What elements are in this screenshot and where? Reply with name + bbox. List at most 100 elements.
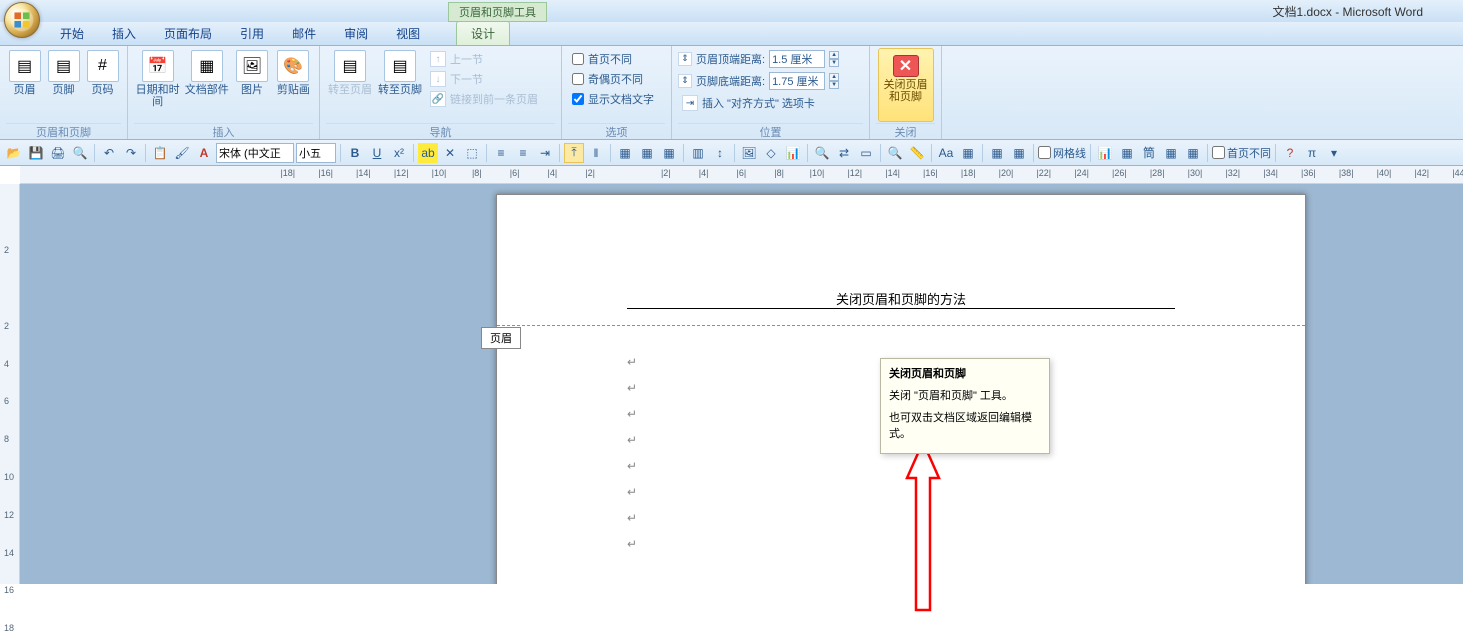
help-button[interactable]: ? bbox=[1280, 143, 1300, 163]
spin-down[interactable]: ▼ bbox=[829, 59, 839, 67]
font-selector[interactable]: 宋体 (中文正 bbox=[216, 143, 294, 163]
spin-up[interactable]: ▲ bbox=[829, 51, 839, 59]
paragraph-mark: ↵ bbox=[627, 433, 637, 459]
page-header-area[interactable]: 关闭页眉和页脚的方法 bbox=[627, 287, 1175, 309]
tab-layout[interactable]: 页面布局 bbox=[150, 22, 226, 45]
redo-icon[interactable]: ↷ bbox=[121, 143, 141, 163]
document-canvas[interactable]: 关闭页眉和页脚的方法 页眉 ↵ ↵ ↵ ↵ ↵ ↵ ↵ ↵ bbox=[20, 184, 1463, 584]
underline-button[interactable]: U bbox=[367, 143, 387, 163]
group-header-footer: ▤页眉 ▤页脚 #页码 页眉和页脚 bbox=[0, 46, 128, 139]
replace-button[interactable]: ⇄ bbox=[834, 143, 854, 163]
show-doc-text-checkbox[interactable]: 显示文档文字 bbox=[568, 90, 658, 108]
tab-home[interactable]: 开始 bbox=[46, 22, 98, 45]
spin-up[interactable]: ▲ bbox=[829, 73, 839, 81]
office-button[interactable] bbox=[4, 2, 40, 38]
header-button[interactable]: ▤页眉 bbox=[6, 48, 43, 96]
tab-view[interactable]: 视图 bbox=[382, 22, 434, 45]
char-border-button[interactable]: ⬚ bbox=[462, 143, 482, 163]
save-icon[interactable]: 💾 bbox=[26, 143, 46, 163]
equation-button[interactable]: π bbox=[1302, 143, 1322, 163]
quick-access-toolbar: 📂 💾 🖨 🔍 ↶ ↷ 📋 🖌 A 宋体 (中文正 小五 B U x² ab ✕… bbox=[0, 140, 1463, 166]
horizontal-ruler[interactable]: |18||16||14||12||10||8||6||4||2||2||4||6… bbox=[20, 166, 1463, 184]
misc-button-1[interactable]: ▦ bbox=[987, 143, 1007, 163]
ruler-toggle-button[interactable]: 📏 bbox=[907, 143, 927, 163]
picture-button[interactable]: 🖼图片 bbox=[232, 48, 271, 96]
first-page-diff-checkbox[interactable]: 首页不同 bbox=[1212, 145, 1271, 161]
table-button[interactable]: ▦ bbox=[615, 143, 635, 163]
document-body[interactable]: ↵ ↵ ↵ ↵ ↵ ↵ ↵ ↵ bbox=[627, 355, 637, 563]
footer-bottom-field[interactable]: 1.75 厘米 bbox=[769, 72, 825, 90]
date-time-label: 日期和时间 bbox=[134, 84, 181, 108]
page-number-button[interactable]: #页码 bbox=[84, 48, 121, 96]
close-header-footer-button[interactable]: ✕ 关闭页眉和页脚 bbox=[878, 48, 934, 122]
insert-align-tab-button[interactable]: ⇥插入 "对齐方式" 选项卡 bbox=[678, 94, 839, 112]
superscript-button[interactable]: x² bbox=[389, 143, 409, 163]
group-label: 关闭 bbox=[876, 123, 935, 139]
styles-button[interactable]: Aa bbox=[936, 143, 956, 163]
line-spacing-button[interactable]: ‖ bbox=[586, 143, 606, 163]
vertical-ruler[interactable]: 224681012141618 bbox=[0, 184, 20, 584]
ribbon: ▤页眉 ▤页脚 #页码 页眉和页脚 📅日期和时间 ▦文档部件 🖼图片 🎨剪贴画 … bbox=[0, 46, 1463, 140]
next-label: 下一节 bbox=[450, 71, 483, 87]
columns-button[interactable]: ▥ bbox=[688, 143, 708, 163]
phonetic-guide-button[interactable]: 筒 bbox=[1139, 143, 1159, 163]
header-label: 页眉 bbox=[14, 84, 36, 96]
indent-button[interactable]: ⇥ bbox=[535, 143, 555, 163]
tab-review[interactable]: 审阅 bbox=[330, 22, 382, 45]
misc-button-2[interactable]: ▦ bbox=[1009, 143, 1029, 163]
doc-parts-button[interactable]: ▦文档部件 bbox=[183, 48, 230, 96]
open-icon[interactable]: 📂 bbox=[4, 143, 24, 163]
date-time-button[interactable]: 📅日期和时间 bbox=[134, 48, 181, 108]
gridlines-checkbox[interactable]: 网格线 bbox=[1038, 145, 1086, 161]
next-section-button[interactable]: ↓下一节 bbox=[426, 70, 542, 88]
format-painter-icon[interactable]: 🖌 bbox=[172, 143, 192, 163]
ribbon-tabs: 开始 插入 页面布局 引用 邮件 审阅 视图 设计 bbox=[0, 22, 1463, 46]
picture-insert-button[interactable]: 🖼 bbox=[739, 143, 759, 163]
more-button[interactable]: ▾ bbox=[1324, 143, 1344, 163]
misc-button-3[interactable]: 📊 bbox=[1095, 143, 1115, 163]
shapes-button[interactable]: ◇ bbox=[761, 143, 781, 163]
paste-icon[interactable]: 📋 bbox=[150, 143, 170, 163]
bold-button[interactable]: B bbox=[345, 143, 365, 163]
close-icon: ✕ bbox=[893, 55, 919, 77]
spin-down[interactable]: ▼ bbox=[829, 81, 839, 89]
goto-header-button[interactable]: ▤转至页眉 bbox=[326, 48, 374, 96]
zoom-button[interactable]: 🔍 bbox=[885, 143, 905, 163]
different-first-page-checkbox[interactable]: 首页不同 bbox=[568, 50, 658, 68]
clipart-button[interactable]: 🎨剪贴画 bbox=[274, 48, 313, 96]
tab-design[interactable]: 设计 bbox=[456, 21, 510, 45]
find-button[interactable]: 🔍 bbox=[812, 143, 832, 163]
tooltip-title: 关闭页眉和页脚 bbox=[889, 365, 1041, 381]
undo-icon[interactable]: ↶ bbox=[99, 143, 119, 163]
group-label: 选项 bbox=[568, 123, 665, 139]
numbering-button[interactable]: ≡ bbox=[513, 143, 533, 163]
chart-button[interactable]: 📊 bbox=[783, 143, 803, 163]
prev-section-button[interactable]: ↑上一节 bbox=[426, 50, 542, 68]
text-direction-button[interactable]: ↕ bbox=[710, 143, 730, 163]
align-button[interactable]: ⤒ bbox=[564, 143, 584, 163]
tab-mail[interactable]: 邮件 bbox=[278, 22, 330, 45]
select-button[interactable]: ▭ bbox=[856, 143, 876, 163]
page-number-label: 页码 bbox=[92, 84, 114, 96]
goto-footer-button[interactable]: ▤转至页脚 bbox=[376, 48, 424, 96]
misc-button-4[interactable]: ▦ bbox=[1117, 143, 1137, 163]
font-size-selector[interactable]: 小五 bbox=[296, 143, 336, 163]
clear-format-button[interactable]: ✕ bbox=[440, 143, 460, 163]
merge-cells-button[interactable]: ▦ bbox=[659, 143, 679, 163]
goto-footer-icon: ▤ bbox=[384, 50, 416, 82]
misc-button-5[interactable]: ▦ bbox=[1161, 143, 1181, 163]
bullets-button[interactable]: ≡ bbox=[491, 143, 511, 163]
tab-references[interactable]: 引用 bbox=[226, 22, 278, 45]
highlight-button[interactable]: ab bbox=[418, 143, 438, 163]
print-icon[interactable]: 🖨 bbox=[48, 143, 68, 163]
borders-button[interactable]: ▦ bbox=[958, 143, 978, 163]
font-color-icon[interactable]: A bbox=[194, 143, 214, 163]
header-top-field[interactable]: 1.5 厘米 bbox=[769, 50, 825, 68]
link-previous-button[interactable]: 🔗链接到前一条页眉 bbox=[426, 90, 542, 108]
preview-icon[interactable]: 🔍 bbox=[70, 143, 90, 163]
insert-rows-button[interactable]: ▦ bbox=[637, 143, 657, 163]
misc-button-6[interactable]: ▦ bbox=[1183, 143, 1203, 163]
different-odd-even-checkbox[interactable]: 奇偶页不同 bbox=[568, 70, 658, 88]
tab-insert[interactable]: 插入 bbox=[98, 22, 150, 45]
footer-button[interactable]: ▤页脚 bbox=[45, 48, 82, 96]
